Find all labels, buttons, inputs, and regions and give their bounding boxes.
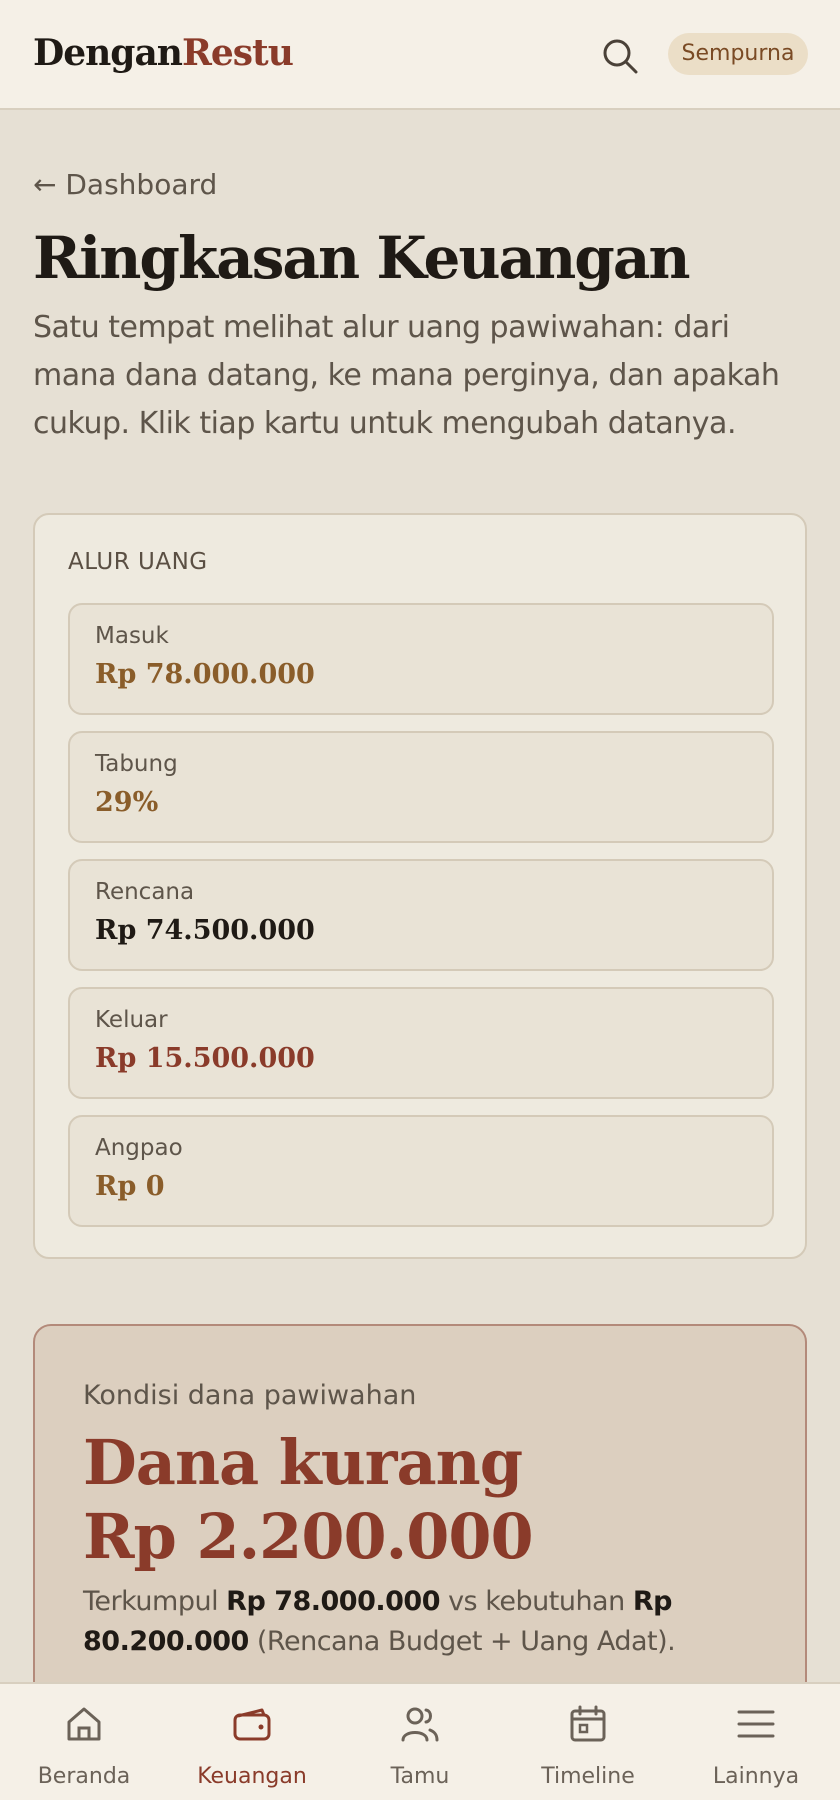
flow-item-masuk[interactable]: Masuk Rp 78.000.000 <box>68 603 774 715</box>
flow-item-label: Tabung <box>95 751 178 777</box>
nav-item-beranda[interactable]: Beranda <box>0 1684 168 1800</box>
flow-item-label: Rencana <box>95 879 195 905</box>
search-icon[interactable] <box>600 36 640 76</box>
page-title: Ringkasan Keuangan <box>33 224 691 292</box>
condition-headline: Dana kurang Rp 2.200.000 <box>83 1426 534 1574</box>
flow-item-value: Rp 15.500.000 <box>95 1043 315 1074</box>
calendar-icon <box>570 1705 606 1742</box>
flow-item-label: Angpao <box>95 1135 183 1161</box>
nav-item-tamu[interactable]: Tamu <box>336 1684 504 1800</box>
condition-detail: Terkumpul Rp 78.000.000 vs kebutuhan Rp … <box>83 1582 773 1662</box>
bottom-nav: Beranda Keuangan Tamu Timeline Lainnya <box>0 1682 840 1800</box>
flow-item-value: 29% <box>95 787 159 818</box>
page-description: Satu tempat melihat alur uang pawiwahan:… <box>33 310 780 441</box>
condition-subtitle: Kondisi dana pawiwahan <box>83 1380 417 1411</box>
flow-item-keluar[interactable]: Keluar Rp 15.500.000 <box>68 987 774 1099</box>
condition-status-text: Dana kurang <box>83 1426 523 1499</box>
wallet-icon <box>233 1708 271 1741</box>
condition-shortfall-amount: Rp 2.200.000 <box>83 1500 534 1573</box>
logo-part-dengan: Dengan <box>33 32 183 74</box>
nav-label: Lainnya <box>712 1764 800 1789</box>
flow-item-value: Rp 78.000.000 <box>95 659 315 690</box>
flow-item-angpao[interactable]: Angpao Rp 0 <box>68 1115 774 1227</box>
flow-item-label: Masuk <box>95 623 169 649</box>
users-icon <box>401 1707 439 1742</box>
money-flow-card: ALUR UANG Masuk Rp 78.000.000 Tabung 29%… <box>33 513 807 1259</box>
back-to-dashboard-link[interactable]: ← Dashboard <box>33 168 217 201</box>
flow-item-value: Rp 0 <box>95 1171 165 1202</box>
detail-suffix: (Rencana Budget + Uang Adat). <box>248 1626 676 1657</box>
detail-mid: vs kebutuhan <box>440 1586 633 1617</box>
status-badge[interactable]: Sempurna <box>668 33 808 75</box>
logo-part-restu: Restu <box>181 32 294 74</box>
nav-label: Beranda <box>37 1764 131 1789</box>
fund-condition-card[interactable]: Kondisi dana pawiwahan Dana kurang Rp 2.… <box>33 1324 807 1744</box>
nav-label: Tamu <box>390 1764 450 1789</box>
flow-item-label: Keluar <box>95 1007 168 1033</box>
collected-amount: Rp 78.000.000 <box>226 1586 440 1617</box>
home-icon <box>67 1707 101 1741</box>
flow-item-value: Rp 74.500.000 <box>95 915 315 946</box>
nav-label: Keuangan <box>197 1764 307 1789</box>
nav-item-keuangan[interactable]: Keuangan <box>168 1684 336 1800</box>
money-flow-title: ALUR UANG <box>68 549 208 575</box>
nav-label: Timeline <box>541 1764 635 1789</box>
app-logo[interactable]: DenganRestu <box>33 32 294 74</box>
flow-item-rencana[interactable]: Rencana Rp 74.500.000 <box>68 859 774 971</box>
nav-item-timeline[interactable]: Timeline <box>504 1684 672 1800</box>
top-header: DenganRestu Sempurna <box>0 0 840 110</box>
menu-icon <box>737 1710 775 1738</box>
detail-prefix: Terkumpul <box>83 1586 227 1617</box>
flow-item-tabung[interactable]: Tabung 29% <box>68 731 774 843</box>
nav-item-lainnya[interactable]: Lainnya <box>672 1684 840 1800</box>
